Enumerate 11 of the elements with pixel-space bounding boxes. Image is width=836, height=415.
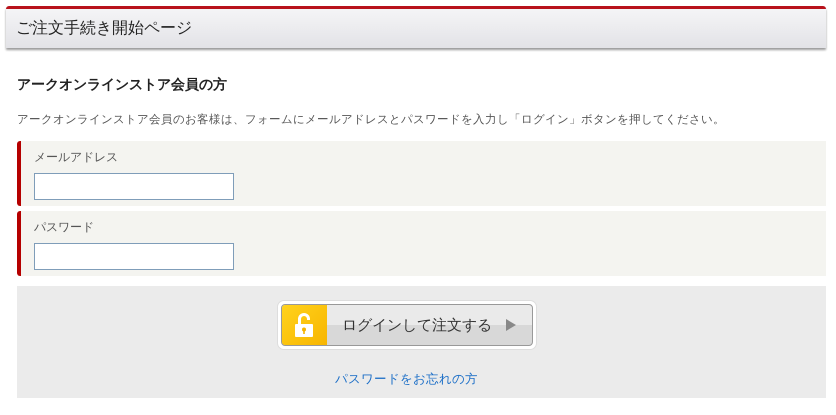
page-title: ご注文手続き開始ページ	[16, 18, 192, 39]
login-button[interactable]: ログインして注文する	[278, 301, 536, 349]
arrow-icon	[506, 319, 516, 331]
field-label: パスワード	[34, 219, 95, 236]
instructions-text: アークオンラインストア会員のお客様は、フォームにメールアドレスとパスワードを入力し「ログイン」ボタンを押してください。	[17, 112, 726, 127]
padlock-icon	[294, 312, 314, 338]
input-field[interactable]	[34, 173, 234, 200]
field-label: メールアドレス	[34, 149, 119, 166]
input-field[interactable]	[34, 243, 234, 270]
section-title: アークオンラインストア会員の方	[17, 76, 228, 94]
forgot-password-link[interactable]: パスワードをお忘れの方	[335, 371, 478, 388]
